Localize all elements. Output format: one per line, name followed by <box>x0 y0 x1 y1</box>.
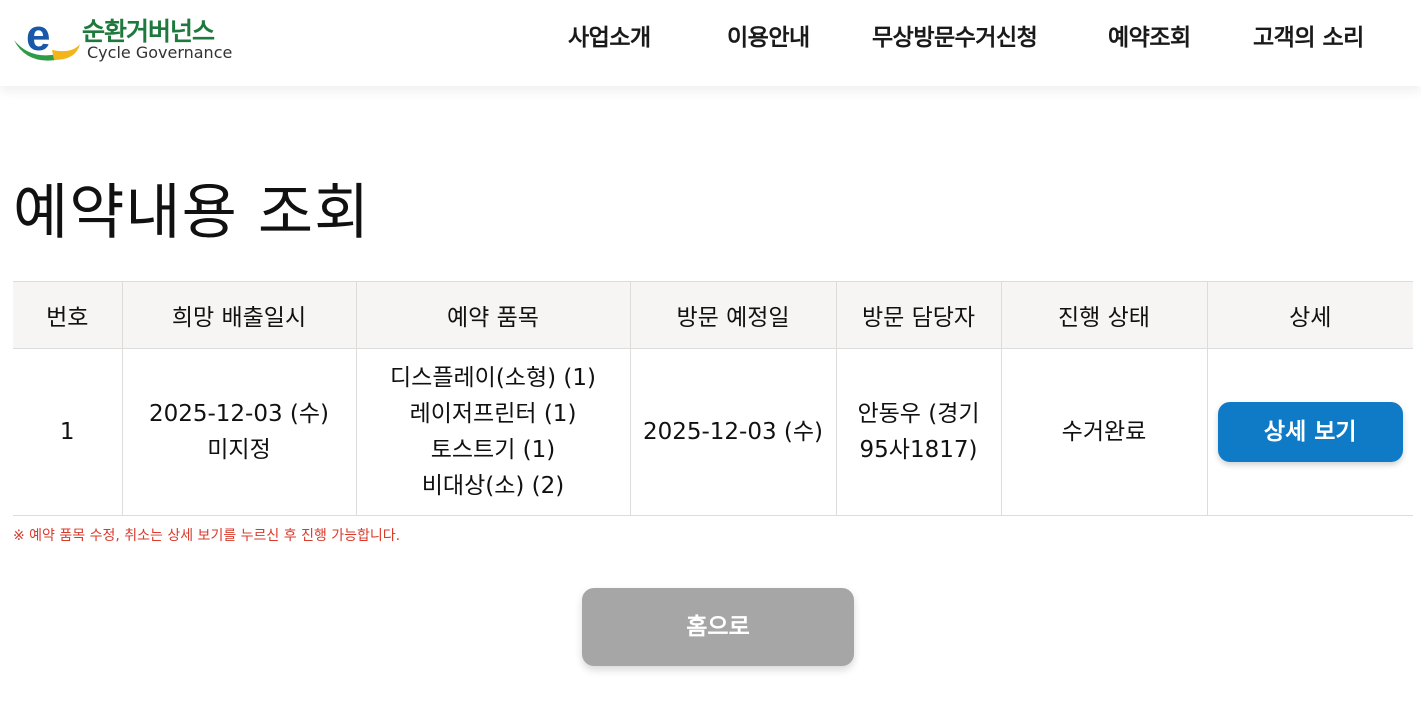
site-logo[interactable]: e 순환거버넌스 Cycle Governance <box>12 10 252 66</box>
row-desired-datetime: 2025-12-03 (수) 미지정 <box>122 348 357 516</box>
edit-cancel-notice: ※ 예약 품목 수정, 취소는 상세 보기를 누르신 후 진행 가능합니다. <box>13 528 401 544</box>
col-number: 번호 <box>13 281 123 349</box>
row-visit-date: 2025-12-03 (수) <box>630 348 837 516</box>
row-items: 디스플레이(소형) (1) 레이저프린터 (1) 토스트기 (1) 비대상(소)… <box>356 348 631 516</box>
desired-date: 2025-12-03 (수) <box>148 401 330 427</box>
row-status: 수거완료 <box>1001 348 1208 516</box>
col-staff: 방문 담당자 <box>836 281 1002 349</box>
table-row: 1 2025-12-03 (수) 미지정 디스플레이(소형) (1) 레이저프린… <box>13 348 1413 516</box>
home-button[interactable]: 홈으로 <box>582 588 854 666</box>
view-detail-button[interactable]: 상세 보기 <box>1217 402 1403 462</box>
site-header: e 순환거버넌스 Cycle Governance 사업소개 이용안내 무상방문… <box>0 0 1421 86</box>
page-title: 예약내용 조회 <box>13 178 371 248</box>
e-logo-icon: e <box>14 11 80 61</box>
item-entry: 디스플레이(소형) (1) <box>390 365 596 391</box>
desired-time: 미지정 <box>207 437 271 463</box>
nav-usage-guide[interactable]: 이용안내 <box>727 18 810 52</box>
item-entry: 토스트기 (1) <box>430 437 556 463</box>
staff-name: 안동우 (경기 <box>857 401 980 427</box>
nav-business-intro[interactable]: 사업소개 <box>568 18 651 52</box>
col-detail: 상세 <box>1207 281 1413 349</box>
nav-free-pickup-request[interactable]: 무상방문수거신청 <box>872 18 1038 52</box>
table-header-row: 번호 희망 배출일시 예약 품목 방문 예정일 방문 담당자 진행 상태 상세 <box>13 281 1413 349</box>
nav-reservation-lookup[interactable]: 예약조회 <box>1108 18 1191 52</box>
item-entry: 레이저프린터 (1) <box>409 401 577 427</box>
col-desired-datetime: 희망 배출일시 <box>122 281 357 349</box>
svg-text:e: e <box>26 11 50 60</box>
row-number: 1 <box>13 348 123 516</box>
row-staff: 안동우 (경기 95사1817) <box>836 348 1002 516</box>
col-status: 진행 상태 <box>1001 281 1208 349</box>
col-items: 예약 품목 <box>356 281 631 349</box>
staff-vehicle: 95사1817) <box>859 437 978 463</box>
nav-customer-voice[interactable]: 고객의 소리 <box>1253 18 1364 52</box>
reservation-table: 번호 희망 배출일시 예약 품목 방문 예정일 방문 담당자 진행 상태 상세 … <box>13 281 1413 516</box>
logo-english-name: Cycle Governance <box>87 43 233 62</box>
col-visit-date: 방문 예정일 <box>630 281 837 349</box>
row-detail: 상세 보기 <box>1207 348 1413 516</box>
item-entry: 비대상(소) (2) <box>421 473 565 499</box>
